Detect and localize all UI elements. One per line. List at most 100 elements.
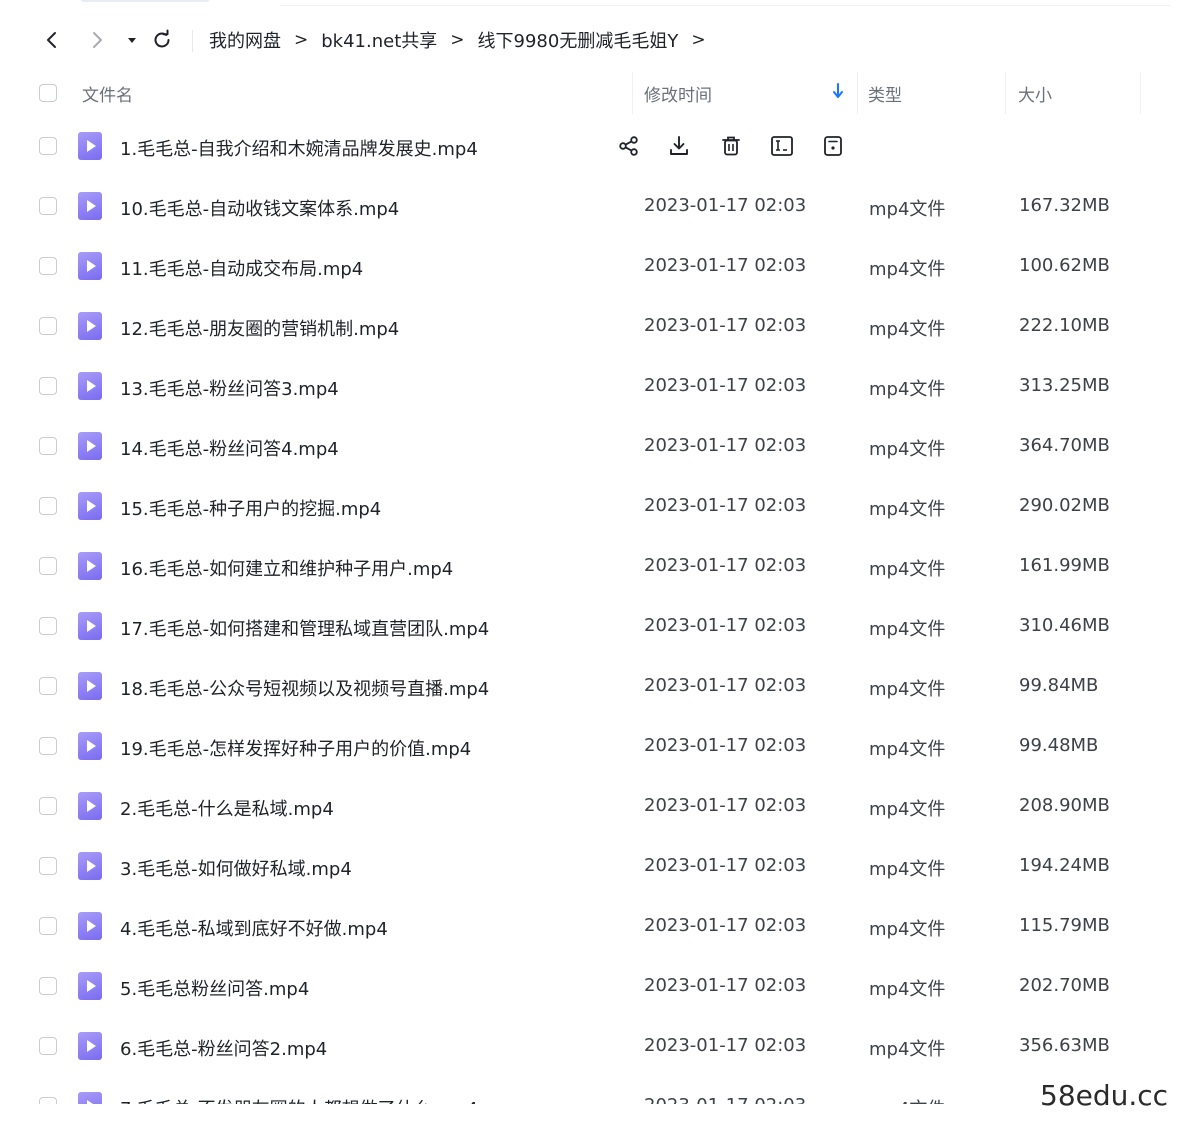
row-checkbox[interactable] <box>39 797 57 815</box>
file-size: 310.46MB <box>1019 615 1110 636</box>
download-button[interactable] <box>664 131 694 161</box>
file-name[interactable]: 17.毛毛总-如何搭建和管理私域直营团队.mp4 <box>120 615 489 641</box>
column-header-name[interactable]: 文件名 <box>82 81 133 106</box>
file-size: 364.70MB <box>1019 435 1110 456</box>
row-checkbox[interactable] <box>39 557 57 575</box>
top-bar-remnant <box>60 0 1196 6</box>
file-modified-date: 2023-01-17 02:03 <box>644 555 807 576</box>
bottom-fade <box>0 1104 1196 1131</box>
column-header-size[interactable]: 大小 <box>1018 81 1052 106</box>
row-checkbox[interactable] <box>39 737 57 755</box>
row-checkbox[interactable] <box>39 1037 57 1055</box>
file-type: mp4文件 <box>869 739 946 760</box>
file-name[interactable]: 5.毛毛总粉丝问答.mp4 <box>120 975 309 1001</box>
file-type: mp4文件 <box>869 859 946 880</box>
row-checkbox[interactable] <box>39 977 57 995</box>
file-name[interactable]: 16.毛毛总-如何建立和维护种子用户.mp4 <box>120 555 453 581</box>
file-type: mp4文件 <box>869 559 946 580</box>
download-icon <box>670 136 688 155</box>
file-name[interactable]: 11.毛毛总-自动成交布局.mp4 <box>120 255 363 281</box>
file-name[interactable]: 12.毛毛总-朋友圈的营销机制.mp4 <box>120 315 399 341</box>
file-row[interactable]: 13.毛毛总-粉丝问答3.mp4 2023-01-17 02:03 mp4文件 313… <box>0 356 1196 416</box>
refresh-button[interactable] <box>148 26 176 54</box>
file-name[interactable]: 14.毛毛总-粉丝问答4.mp4 <box>120 435 339 461</box>
breadcrumb-item-current[interactable]: 线下9980无删减毛毛姐Y <box>478 27 679 53</box>
row-checkbox[interactable] <box>39 617 57 635</box>
video-file-icon <box>78 1032 102 1060</box>
file-size: 99.48MB <box>1019 735 1099 756</box>
column-header-type[interactable]: 类型 <box>868 81 902 106</box>
row-checkbox[interactable] <box>39 917 57 935</box>
file-type: mp4文件 <box>869 319 946 340</box>
breadcrumb-separator: > <box>691 30 706 50</box>
back-button[interactable] <box>38 26 66 54</box>
file-name[interactable]: 19.毛毛总-怎样发挥好种子用户的价值.mp4 <box>120 735 471 761</box>
breadcrumb-item-share[interactable]: bk41.net共享 <box>321 27 437 53</box>
file-type: mp4文件 <box>869 199 946 220</box>
file-row[interactable]: 15.毛毛总-种子用户的挖掘.mp4 2023-01-17 02:03 mp4文件 2… <box>0 476 1196 536</box>
file-row[interactable]: 4.毛毛总-私域到底好不好做.mp4 2023-01-17 02:03 mp4文件 1… <box>0 896 1196 956</box>
video-file-icon <box>78 612 102 640</box>
history-dropdown-button[interactable] <box>118 26 146 54</box>
row-checkbox[interactable] <box>39 137 57 155</box>
column-divider <box>632 72 633 114</box>
file-row[interactable]: 10.毛毛总-自动收钱文案体系.mp4 2023-01-17 02:03 mp4文件… <box>0 176 1196 236</box>
file-type: mp4文件 <box>869 379 946 400</box>
file-size: 202.70MB <box>1019 975 1110 996</box>
delete-button[interactable] <box>716 131 746 161</box>
file-row[interactable]: 11.毛毛总-自动成交布局.mp4 2023-01-17 02:03 mp4文件 10… <box>0 236 1196 296</box>
file-name[interactable]: 15.毛毛总-种子用户的挖掘.mp4 <box>120 495 381 521</box>
row-checkbox[interactable] <box>39 437 57 455</box>
video-file-icon <box>78 672 102 700</box>
file-list: 1.毛毛总-自我介绍和木婉清品牌发展史.mp4 10.毛毛总-自动收钱文案体系.… <box>0 116 1196 1106</box>
file-row[interactable]: 18.毛毛总-公众号短视频以及视频号直播.mp4 2023-01-17 02:03… <box>0 656 1196 716</box>
row-checkbox[interactable] <box>39 497 57 515</box>
rename-button[interactable] <box>767 131 797 161</box>
file-row[interactable]: 5.毛毛总粉丝问答.mp4 2023-01-17 02:03 mp4文件 202.70… <box>0 956 1196 1016</box>
row-checkbox[interactable] <box>39 317 57 335</box>
row-checkbox[interactable] <box>39 257 57 275</box>
file-modified-date: 2023-01-17 02:03 <box>644 975 807 996</box>
file-name[interactable]: 4.毛毛总-私域到底好不好做.mp4 <box>120 915 388 941</box>
file-type: mp4文件 <box>869 499 946 520</box>
file-name[interactable]: 6.毛毛总-粉丝问答2.mp4 <box>120 1035 327 1061</box>
more-button[interactable] <box>818 131 848 161</box>
row-checkbox[interactable] <box>39 377 57 395</box>
video-file-icon <box>78 312 102 340</box>
file-name[interactable]: 18.毛毛总-公众号短视频以及视频号直播.mp4 <box>120 675 489 701</box>
file-row[interactable]: 6.毛毛总-粉丝问答2.mp4 2023-01-17 02:03 mp4文件 356.… <box>0 1016 1196 1076</box>
column-header-modified[interactable]: 修改时间 <box>644 81 712 106</box>
file-modified-date: 2023-01-17 02:03 <box>644 855 807 876</box>
file-size: 208.90MB <box>1019 795 1110 816</box>
row-checkbox[interactable] <box>39 197 57 215</box>
file-row[interactable]: 16.毛毛总-如何建立和维护种子用户.mp4 2023-01-17 02:03 mp… <box>0 536 1196 596</box>
row-checkbox[interactable] <box>39 857 57 875</box>
rename-icon <box>771 136 793 156</box>
select-all-checkbox[interactable] <box>39 84 57 102</box>
video-file-icon <box>78 732 102 760</box>
file-row[interactable]: 19.毛毛总-怎样发挥好种子用户的价值.mp4 2023-01-17 02:03 m… <box>0 716 1196 776</box>
forward-button[interactable] <box>83 26 111 54</box>
file-modified-date: 2023-01-17 02:03 <box>644 435 807 456</box>
file-row[interactable]: 17.毛毛总-如何搭建和管理私域直营团队.mp4 2023-01-17 02:03… <box>0 596 1196 656</box>
file-row[interactable]: 12.毛毛总-朋友圈的营销机制.mp4 2023-01-17 02:03 mp4文件… <box>0 296 1196 356</box>
breadcrumb-separator: > <box>294 30 309 50</box>
file-type: mp4文件 <box>869 439 946 460</box>
file-name[interactable]: 13.毛毛总-粉丝问答3.mp4 <box>120 375 339 401</box>
breadcrumb-item-root[interactable]: 我的网盘 <box>209 27 281 53</box>
sort-descending-indicator[interactable] <box>831 82 845 105</box>
video-file-icon <box>78 132 102 160</box>
file-row[interactable]: 14.毛毛总-粉丝问答4.mp4 2023-01-17 02:03 mp4文件 364… <box>0 416 1196 476</box>
delete-icon <box>722 136 740 156</box>
file-row[interactable]: 1.毛毛总-自我介绍和木婉清品牌发展史.mp4 <box>0 116 1196 176</box>
share-button[interactable] <box>614 131 644 161</box>
file-name[interactable]: 2.毛毛总-什么是私域.mp4 <box>120 795 334 821</box>
file-row-partial[interactable]: 7.毛毛总-不发朋友圈的人都想做了什么.mp42023-01-17 02:03m… <box>0 1076 1196 1106</box>
file-name[interactable]: 10.毛毛总-自动收钱文案体系.mp4 <box>120 195 399 221</box>
video-file-icon <box>78 432 102 460</box>
row-checkbox[interactable] <box>39 677 57 695</box>
file-name[interactable]: 3.毛毛总-如何做好私域.mp4 <box>120 855 352 881</box>
file-name[interactable]: 1.毛毛总-自我介绍和木婉清品牌发展史.mp4 <box>120 135 478 161</box>
file-row[interactable]: 3.毛毛总-如何做好私域.mp4 2023-01-17 02:03 mp4文件 194… <box>0 836 1196 896</box>
file-row[interactable]: 2.毛毛总-什么是私域.mp4 2023-01-17 02:03 mp4文件 208.… <box>0 776 1196 836</box>
